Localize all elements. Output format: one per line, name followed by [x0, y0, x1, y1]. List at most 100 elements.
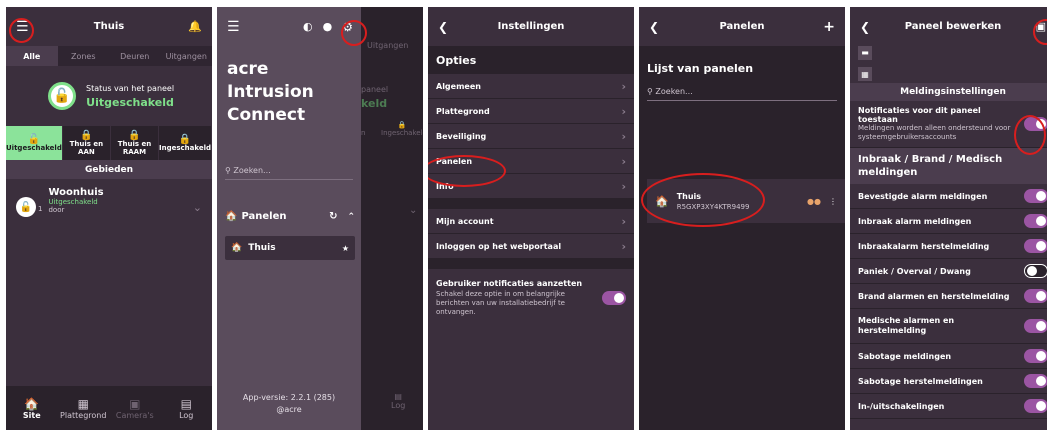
toggle-medical-alarms[interactable] — [1024, 319, 1047, 334]
lock-icon: 🔒 — [178, 133, 192, 145]
notify-title: Gebruiker notificaties aanzetten — [436, 279, 583, 288]
bottom-nav: 🏠 Site ▦ Plattegrond ▣ Camera's ▤ Log — [6, 386, 212, 430]
screen-edit-panel: ❮ Paneel bewerken ▣ ▬ ▦ Meldingsinstelli… — [850, 7, 1047, 430]
nav-floorplan[interactable]: ▦ Plattegrond — [58, 386, 110, 430]
panels-section: 🏠 Panelen ↻ ⌃ — [225, 211, 355, 222]
notification-settings-heading: Meldingsinstellingen — [850, 83, 1047, 101]
tab-zones[interactable]: Zones — [58, 46, 110, 66]
arm-mode-buttons: 🔓 Uitgeschakeld 🔒 Thuis en AAN 🔒 Thuis en R… — [6, 126, 212, 160]
panel-notifications-toggle[interactable] — [1024, 117, 1047, 132]
menu-item-info[interactable]: Info › — [428, 174, 634, 199]
panel-id: R5GXP3XY4KTR9499 — [676, 202, 750, 211]
mode-home-on-button[interactable]: 🔒 Thuis en AAN — [62, 126, 111, 160]
user-notifications-setting: Gebruiker notificaties aanzetten Schakel… — [428, 269, 634, 327]
toggle-burglary-alarms[interactable] — [1024, 214, 1047, 229]
star-icon[interactable]: ★ — [342, 244, 349, 253]
top-bar: ❮ Paneel bewerken ▣ — [850, 7, 1047, 46]
toggle-fire-alarms[interactable] — [1024, 289, 1047, 304]
user-icon[interactable]: ● — [323, 20, 333, 33]
nav-log[interactable]: ▤ Log — [161, 386, 213, 430]
chevron-right-icon: › — [621, 79, 626, 93]
setting-panic-duress: Paniek / Overval / Dwang — [850, 259, 1047, 285]
chevron-right-icon: › — [621, 179, 626, 193]
screen-settings: ❮ Instellingen Opties Algemeen › Plattegr… — [428, 7, 634, 430]
back-arrow-icon[interactable]: ❮ — [438, 20, 448, 34]
home-icon: 🏠 — [24, 396, 40, 411]
clipboard-icon: ▤ — [180, 396, 192, 411]
bell-icon[interactable]: 🔔 — [188, 20, 202, 33]
more-options-icon[interactable]: ⋮ — [829, 197, 837, 206]
app-version: App-versie: 2.2.1 (285) @acre — [242, 393, 336, 414]
menu-item-webportal[interactable]: Inloggen op het webportaal › — [428, 234, 634, 259]
toggle-tamper-restore[interactable] — [1024, 374, 1047, 389]
user-notifications-toggle[interactable] — [602, 291, 626, 306]
chevron-up-icon[interactable]: ⌃ — [347, 212, 355, 222]
panel-item-label: Thuis — [248, 243, 276, 253]
toggle-confirmed-alarms[interactable] — [1024, 189, 1047, 204]
menu-item-floorplan[interactable]: Plattegrond › — [428, 99, 634, 124]
plus-icon[interactable]: + — [823, 19, 835, 35]
mode-home-window-button[interactable]: 🔒 Thuis en RAAM — [110, 126, 159, 160]
unlock-icon: 🔓 — [48, 82, 76, 110]
back-arrow-icon[interactable]: ❮ — [649, 20, 659, 34]
top-bar: ❮ Panelen + — [639, 7, 845, 46]
refresh-icon[interactable]: ↻ — [329, 211, 337, 222]
gear-icon[interactable]: ⚙ — [342, 20, 353, 34]
brand-logo: acre Intrusion Connect — [227, 59, 314, 125]
panel-notifications-setting: Notificaties voor dit paneel toestaan Me… — [850, 101, 1047, 149]
top-bar: ❮ Instellingen — [428, 7, 634, 46]
mode-armed-button[interactable]: 🔒 Ingeschakeld — [159, 126, 212, 160]
chevron-right-icon: › — [621, 239, 626, 253]
home-icon: 🏠 — [231, 243, 243, 253]
tab-exits[interactable]: Uitgangen — [161, 46, 213, 66]
search-icon: ⚲ — [647, 87, 653, 96]
alarm-group-heading: Inbraak / Brand / Medisch meldingen — [850, 148, 1047, 185]
nav-cameras[interactable]: ▣ Camera's — [109, 386, 161, 430]
menu-item-general[interactable]: Algemeen › — [428, 74, 634, 99]
toggle-panic-duress[interactable] — [1024, 264, 1047, 279]
tab-all[interactable]: Alle — [6, 46, 58, 66]
search-input[interactable]: ⚲ Zoeken... — [647, 83, 837, 101]
areas-heading: Gebieden — [6, 160, 212, 179]
area-row-woonhuis[interactable]: 🔓 1 Woonhuis Uitgeschakeld door ⌄ — [6, 179, 212, 223]
menu-item-account[interactable]: Mijn account › — [428, 209, 634, 234]
search-input[interactable]: ⚲ Zoeken... — [225, 162, 353, 180]
back-arrow-icon[interactable]: ❮ — [860, 20, 870, 34]
page-title: Panelen — [719, 21, 765, 32]
panel-row-thuis[interactable]: 🏠 Thuis R5GXP3XY4KTR9499 ●● ⋮ — [647, 179, 845, 223]
navigation-drawer: ☰ ◐ ● ⚙ acre Intrusion Connect ⚲ Zoeken.… — [217, 7, 361, 430]
toggle-burglary-restore[interactable] — [1024, 239, 1047, 254]
setting-tamper-alarms: Sabotage meldingen — [850, 344, 1047, 370]
page-title: Instellingen — [497, 21, 565, 32]
mode-disarmed-button[interactable]: 🔓 Uitgeschakeld — [6, 126, 63, 160]
area-state: Uitgeschakeld — [48, 198, 98, 206]
save-icon[interactable]: ▣ — [1036, 20, 1046, 33]
calendar-icon: ▦ — [858, 67, 872, 81]
setting-medical-alarms: Medische alarmen en herstelmelding — [850, 309, 1047, 345]
chevron-right-icon: › — [621, 104, 626, 118]
page-title: Thuis — [93, 21, 125, 32]
status-value: Uitgeschakeld — [86, 95, 174, 109]
panel-item-thuis[interactable]: 🏠 Thuis ★ — [225, 236, 355, 260]
panel-list-heading: Lijst van panelen — [647, 62, 754, 75]
area-name: Woonhuis — [48, 187, 104, 198]
toggle-arm-disarm[interactable] — [1024, 399, 1047, 414]
chevron-down-icon[interactable]: ⌄ — [193, 201, 202, 214]
menu-item-panels[interactable]: Panelen › — [428, 149, 634, 174]
contrast-icon[interactable]: ◐ — [303, 20, 313, 33]
tab-doors[interactable]: Deuren — [109, 46, 161, 66]
drawer-top-bar: ☰ ◐ ● ⚙ — [217, 7, 423, 46]
hamburger-menu-icon[interactable]: ☰ — [16, 19, 29, 35]
area-badge: 1 — [38, 205, 43, 213]
toggle-tamper-alarms[interactable] — [1024, 349, 1047, 364]
search-placeholder: Zoeken... — [233, 166, 271, 175]
home-icon: 🏠 — [225, 211, 238, 222]
setting-arm-disarm: In-/uitschakelingen — [850, 394, 1047, 420]
menu-item-security[interactable]: Beveiliging › — [428, 124, 634, 149]
unlock-icon: 🔓 — [27, 133, 41, 145]
screen-site-overview: ☰ Thuis 🔔 Alle Zones Deuren Uitgangen 🔓 … — [6, 7, 212, 430]
nav-site[interactable]: 🏠 Site — [6, 386, 58, 430]
hamburger-menu-icon[interactable]: ☰ — [227, 19, 240, 35]
panel-status: 🔓 Status van het paneel Uitgeschakeld — [6, 66, 212, 126]
setting-fire-alarms: Brand alarmen en herstelmelding — [850, 284, 1047, 310]
